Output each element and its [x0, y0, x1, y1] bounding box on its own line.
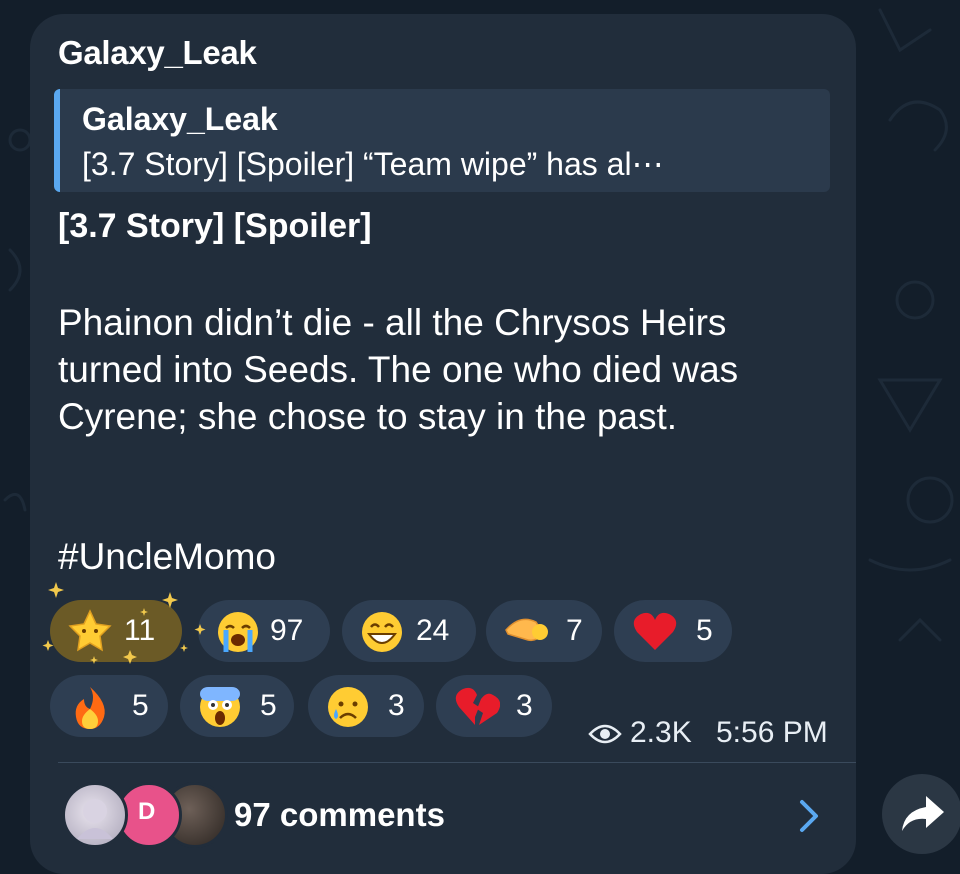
- grinning-face-icon: [362, 612, 402, 652]
- reaction-count: 5: [132, 689, 149, 722]
- saluting-hand-icon: [505, 618, 548, 642]
- reaction-count: 3: [516, 689, 533, 722]
- crying-face-icon: [328, 687, 368, 727]
- loudly-crying-face-icon: [218, 612, 258, 652]
- broken-heart-icon: [455, 687, 500, 725]
- reaction-crying[interactable]: 3: [308, 675, 424, 737]
- red-heart-icon: [633, 612, 677, 650]
- reaction-count: 5: [260, 689, 277, 722]
- reaction-count: 97: [270, 614, 304, 647]
- chevron-right-icon: [800, 800, 818, 832]
- screaming-face-icon: [200, 687, 240, 727]
- reaction-fire[interactable]: 5: [50, 675, 168, 737]
- reaction-grinning[interactable]: 24: [342, 600, 476, 662]
- avatar-initial: D: [138, 798, 156, 825]
- reaction-count: 11: [124, 614, 156, 647]
- reply-quote[interactable]: Galaxy_Leak [3.7 Story] [Spoiler] “Team …: [54, 89, 830, 192]
- reaction-count: 7: [566, 614, 583, 647]
- comments-count-label: 97 comments: [234, 796, 445, 833]
- reaction-saluting[interactable]: 7: [486, 600, 602, 662]
- views-count: 2.3K: [630, 716, 692, 749]
- fire-icon: [75, 687, 105, 729]
- message-time: 5:56 PM: [716, 716, 828, 749]
- message-body: Phainon didn’t die - all the Chrysos Hei…: [58, 302, 739, 437]
- reaction-star-struck[interactable]: 11: [50, 600, 182, 662]
- reaction-red-heart[interactable]: 5: [614, 600, 732, 662]
- quote-text: [3.7 Story] [Spoiler] “Team wipe” has al…: [82, 146, 664, 182]
- share-button[interactable]: [882, 774, 960, 854]
- reaction-count: 5: [696, 614, 713, 647]
- star-struck-emoji-icon: [68, 609, 112, 652]
- reaction-broken-heart[interactable]: 3: [436, 675, 552, 737]
- comments-bar[interactable]: D 97 comments: [58, 776, 848, 858]
- reaction-count: 3: [388, 689, 405, 722]
- eye-icon: [588, 724, 622, 744]
- reaction-screaming[interactable]: 5: [180, 675, 294, 737]
- share-arrow-icon: [902, 796, 944, 831]
- avatar-image-icon: [77, 799, 113, 839]
- avatar: [62, 782, 128, 848]
- comments-divider: [58, 762, 856, 763]
- channel-author-name[interactable]: Galaxy_Leak: [58, 34, 257, 72]
- message-title: [3.7 Story] [Spoiler]: [58, 207, 372, 245]
- reaction-loudly-crying[interactable]: 97: [198, 600, 330, 662]
- reaction-count: 24: [416, 614, 450, 647]
- quote-accent-bar: [54, 89, 60, 192]
- hashtag-link[interactable]: #UncleMomo: [58, 536, 276, 578]
- quote-author: Galaxy_Leak: [82, 101, 278, 137]
